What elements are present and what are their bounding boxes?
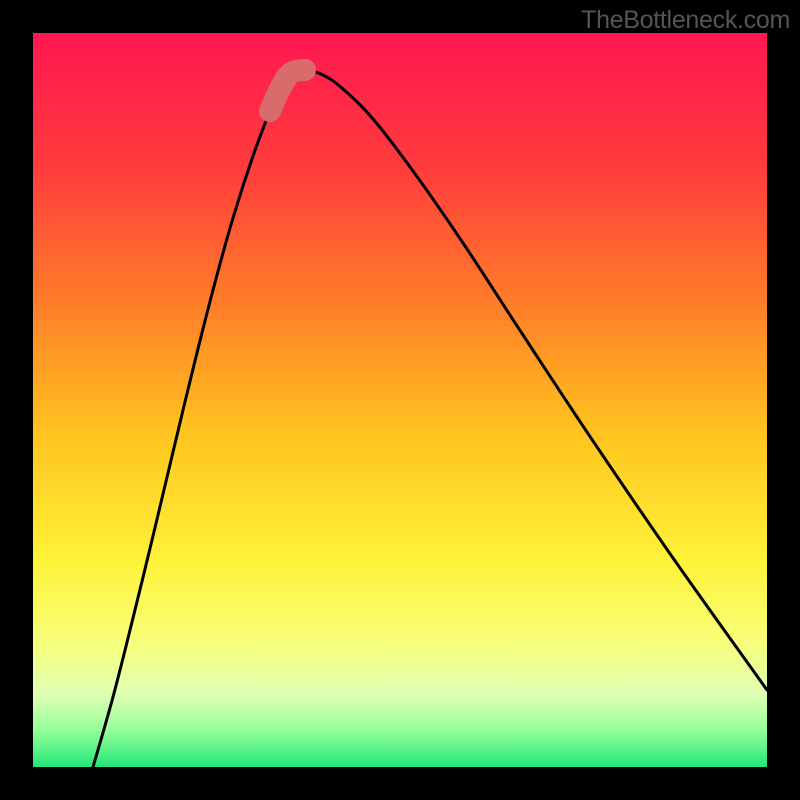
plot-area — [33, 33, 767, 767]
brand-watermark: TheBottleneck.com — [581, 6, 790, 35]
chart-frame: TheBottleneck.com — [0, 0, 800, 800]
plot-svg — [33, 33, 767, 767]
gradient-background — [33, 33, 767, 767]
